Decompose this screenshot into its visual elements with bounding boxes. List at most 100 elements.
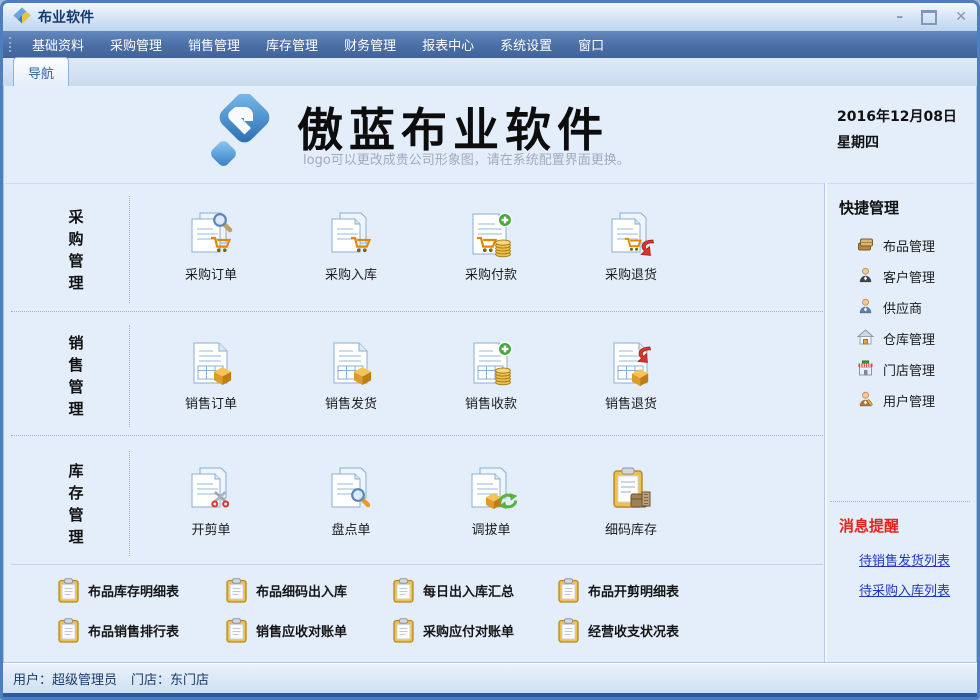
menu-item-system-settings[interactable]: 系统设置 (487, 31, 565, 58)
sidebar-item-label: 客户管理 (883, 267, 935, 286)
section-inventory: 库存管理开剪单盘点单调拔单细码库存 (11, 443, 823, 564)
app-icon (13, 7, 31, 28)
transfer-order-item[interactable]: 调拔单 (421, 467, 561, 538)
section-label-sales: 销售管理 (41, 332, 111, 420)
transfer-order-icon (421, 467, 561, 515)
purchase-return-icon (561, 212, 701, 260)
title-bar: 布业软件 – ✕ (3, 3, 977, 32)
weekday-line: 星期四 (837, 130, 957, 156)
sales-receipt-icon (421, 341, 561, 389)
report-operating-income-expense[interactable]: 经营收支状况表 (558, 618, 679, 643)
stocktake-order-item[interactable]: 盘点单 (281, 467, 421, 538)
report-label: 布品细码出入库 (256, 581, 347, 600)
sales-receipt-label: 销售收款 (421, 393, 561, 412)
report-label: 布品库存明细表 (88, 581, 179, 600)
purchase-payment-item[interactable]: 采购付款 (421, 212, 561, 283)
section-sales: 销售管理销售订单销售发货销售收款销售退货 (11, 317, 823, 435)
transfer-order-label: 调拔单 (421, 519, 561, 538)
clipboard-icon (58, 618, 79, 643)
cutting-order-item[interactable]: 开剪单 (141, 467, 281, 538)
sales-return-label: 销售退货 (561, 393, 701, 412)
sales-receipt-item[interactable]: 销售收款 (421, 341, 561, 412)
report-label: 布品销售排行表 (88, 621, 179, 640)
purchase-inbound-label: 采购入库 (281, 264, 421, 283)
clipboard-icon (558, 578, 579, 603)
clipboard-icon (226, 618, 247, 643)
reports-area: 布品库存明细表 布品细码出入库 每日出入库汇总 布品开剪明细表布品销售排行表 销售应收对… (11, 568, 823, 666)
sidebar-item-store-mgmt[interactable]: 门店管理 (839, 354, 977, 385)
sales-return-item[interactable]: 销售退货 (561, 341, 701, 412)
clipboard-icon (393, 618, 414, 643)
cutting-order-icon (141, 467, 281, 515)
sidebar-item-label: 门店管理 (883, 360, 935, 379)
row-divider (11, 311, 823, 312)
tab-navigation[interactable]: 导航 (13, 57, 69, 86)
maximize-button[interactable] (921, 10, 937, 25)
clipboard-icon (558, 618, 579, 643)
sidebar-item-customer-mgmt[interactable]: 客户管理 (839, 261, 977, 292)
warehouse-icon (857, 329, 874, 349)
header-band: 傲蓝布业软件 logo可以更改成贵公司形象图，请在系统配置界面更换。 2016年… (5, 86, 975, 184)
close-button[interactable]: ✕ (955, 10, 967, 24)
report-fabric-code-inout[interactable]: 布品细码出入库 (226, 578, 347, 603)
report-label: 采购应付对账单 (423, 621, 514, 640)
section-divider (129, 325, 130, 427)
sales-order-item[interactable]: 销售订单 (141, 341, 281, 412)
report-label: 布品开剪明细表 (588, 581, 679, 600)
clipboard-icon (226, 578, 247, 603)
section-label-inventory: 库存管理 (41, 460, 111, 548)
quick-manage-title: 快捷管理 (839, 197, 977, 218)
sales-shipment-label: 销售发货 (281, 393, 421, 412)
customer-icon (857, 267, 874, 287)
menu-item-purchase-mgmt[interactable]: 采购管理 (97, 31, 175, 58)
purchase-order-label: 采购订单 (141, 264, 281, 283)
menu-item-basic-data[interactable]: 基础资料 (19, 31, 97, 58)
minimize-button[interactable]: – (896, 10, 903, 24)
sidebar-divider (830, 501, 970, 502)
sidebar-item-supplier[interactable]: 供应商 (839, 292, 977, 323)
report-fabric-cutting-detail[interactable]: 布品开剪明细表 (558, 578, 679, 603)
date-display: 2016年12月08日 星期四 (837, 104, 957, 156)
report-purchase-payable-statement[interactable]: 采购应付对账单 (393, 618, 514, 643)
message-link-pending-sales-shipment[interactable]: 待销售发货列表 (859, 547, 950, 577)
purchase-payment-icon (421, 212, 561, 260)
row-divider (11, 564, 823, 565)
message-link-pending-purchase-inbound[interactable]: 待采购入库列表 (859, 577, 950, 607)
menu-bar: 基础资料采购管理销售管理库存管理财务管理报表中心系统设置窗口 (3, 31, 977, 58)
clipboard-icon (393, 578, 414, 603)
sales-order-label: 销售订单 (141, 393, 281, 412)
report-daily-inout-summary[interactable]: 每日出入库汇总 (393, 578, 514, 603)
status-store: 门店：东门店 (131, 669, 209, 688)
user-icon (857, 391, 874, 411)
menu-item-finance-mgmt[interactable]: 财务管理 (331, 31, 409, 58)
fabric-icon (857, 236, 874, 256)
sales-order-icon (141, 341, 281, 389)
purchase-order-icon (141, 212, 281, 260)
sidebar-item-fabric-mgmt[interactable]: 布品管理 (839, 230, 977, 261)
detail-stock-item[interactable]: 细码库存 (561, 467, 701, 538)
purchase-order-item[interactable]: 采购订单 (141, 212, 281, 283)
cutting-order-label: 开剪单 (141, 519, 281, 538)
purchase-inbound-item[interactable]: 采购入库 (281, 212, 421, 283)
sales-shipment-item[interactable]: 销售发货 (281, 341, 421, 412)
section-label-purchase: 采购管理 (41, 206, 111, 294)
report-fabric-sales-ranking[interactable]: 布品销售排行表 (58, 618, 179, 643)
detail-stock-icon (561, 467, 701, 515)
menu-item-window-menu[interactable]: 窗口 (565, 31, 617, 58)
clipboard-icon (58, 578, 79, 603)
menu-item-sales-mgmt[interactable]: 销售管理 (175, 31, 253, 58)
sidebar-item-warehouse-mgmt[interactable]: 仓库管理 (839, 323, 977, 354)
status-bar: 用户：超级管理员 门店：东门店 (3, 663, 977, 693)
sidebar-item-user-mgmt[interactable]: 用户管理 (839, 385, 977, 416)
sidebar-item-label: 仓库管理 (883, 329, 935, 348)
menu-item-inventory-mgmt[interactable]: 库存管理 (253, 31, 331, 58)
report-fabric-stock-detail[interactable]: 布品库存明细表 (58, 578, 179, 603)
purchase-return-item[interactable]: 采购退货 (561, 212, 701, 283)
status-user: 用户：超级管理员 (13, 669, 117, 688)
brand-subtitle: logo可以更改成贵公司形象图，请在系统配置界面更换。 (303, 149, 630, 168)
report-label: 每日出入库汇总 (423, 581, 514, 600)
stocktake-order-label: 盘点单 (281, 519, 421, 538)
report-sales-receivable-statement[interactable]: 销售应收对账单 (226, 618, 347, 643)
stocktake-order-icon (281, 467, 421, 515)
menu-item-report-center[interactable]: 报表中心 (409, 31, 487, 58)
